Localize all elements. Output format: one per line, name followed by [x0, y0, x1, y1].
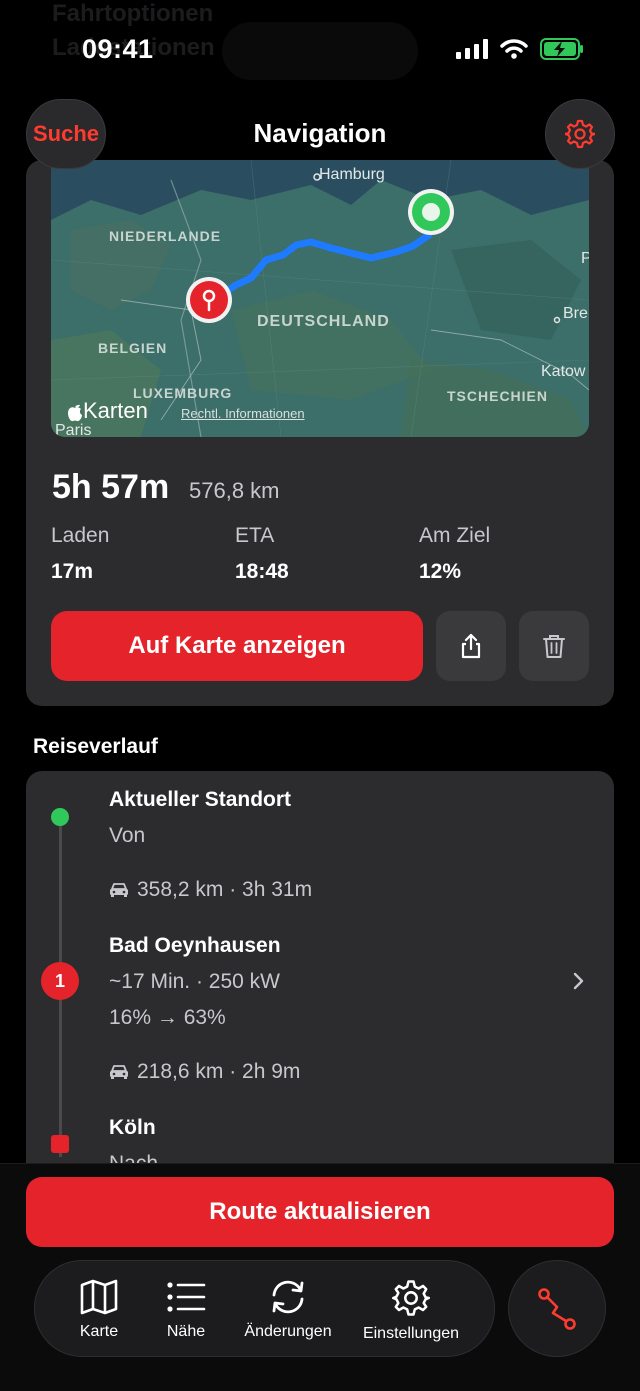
wifi-icon: [500, 39, 528, 59]
map-label-luxemburg: LUXEMBURG: [133, 385, 233, 401]
chevron-right-icon[interactable]: [572, 971, 586, 991]
tab-aenderungen[interactable]: Änderungen: [233, 1279, 343, 1341]
gear-icon: [565, 119, 595, 149]
tab-aenderungen-label: Änderungen: [244, 1323, 332, 1340]
dynamic-island: [222, 22, 418, 80]
stat-arrival-soc: Am Ziel 12%: [419, 524, 490, 584]
tab-naehe-label: Nähe: [166, 1323, 206, 1340]
legal-info-link[interactable]: Rechtl. Informationen: [181, 406, 305, 421]
itinerary-section-title: Reiseverlauf: [33, 735, 158, 758]
start-subtitle: Von: [109, 824, 146, 847]
stat-charging: Laden 17m: [51, 524, 109, 584]
stat-eta-label: ETA: [235, 524, 275, 547]
start-pin-icon[interactable]: [406, 187, 456, 237]
share-icon: [461, 633, 481, 659]
tab-einstellungen[interactable]: Einstellungen: [356, 1279, 466, 1343]
leg-2-text: 218,6 km · 2h 9m: [137, 1060, 301, 1083]
trip-distance: 576,8 km: [189, 478, 280, 503]
show-on-map-label: Auf Karte anzeigen: [128, 632, 346, 659]
start-title: Aktueller Standort: [109, 788, 292, 811]
route-planner-button[interactable]: [508, 1260, 606, 1357]
share-button[interactable]: [436, 611, 506, 681]
map-label-belgien: BELGIEN: [98, 340, 168, 356]
stop-title: Bad Oeynhausen: [109, 934, 281, 957]
leg-2: 218,6 km · 2h 9m: [109, 1060, 300, 1084]
update-route-button[interactable]: Route aktualisieren: [26, 1177, 614, 1247]
page-title: Navigation: [253, 118, 387, 148]
charging-stop-badge: 1: [41, 962, 79, 1000]
trip-duration: 5h 57m: [52, 468, 170, 506]
tab-bar: Karte Nähe Änderungen Einstellungen: [34, 1260, 495, 1357]
end-title: Köln: [109, 1116, 156, 1139]
route-map[interactable]: Hamburg NIEDERLANDE DEUTSCHLAND BELGIEN …: [51, 160, 589, 437]
map-label-niederlande: NIEDERLANDE: [109, 228, 222, 244]
gear-icon: [392, 1280, 430, 1316]
settings-button[interactable]: [545, 99, 615, 169]
status-time: 09:41: [82, 34, 154, 64]
apple-icon: [67, 402, 83, 422]
destination-marker: [51, 1135, 69, 1153]
tab-einstellungen-label: Einstellungen: [362, 1325, 460, 1342]
map-label-hamburg: Hamburg: [319, 166, 385, 183]
stat-arrival-soc-value: 12%: [419, 560, 462, 583]
stat-arrival-soc-label: Am Ziel: [419, 524, 491, 547]
itinerary-charging-stop[interactable]: Bad Oeynhausen ~17 Min. · 250 kW 16% → 6…: [109, 934, 281, 1030]
list-icon: [167, 1282, 206, 1312]
status-icons: [456, 38, 584, 60]
stop-soc: 16% → 63%: [109, 1006, 226, 1029]
map-label-katow: Katow: [541, 363, 586, 380]
battery-charging-icon: [540, 38, 583, 60]
update-route-label: Route aktualisieren: [209, 1198, 431, 1225]
map-label-bre: Bre: [563, 305, 588, 322]
stat-eta-value: 18:48: [235, 560, 289, 583]
status-bar: Fahrtoptionen Ladestationen 09:41: [0, 0, 640, 100]
stat-charging-value: 17m: [51, 560, 94, 583]
ghost-text-line-1: Fahrtoptionen: [52, 0, 214, 27]
maps-brand-label: Karten: [83, 398, 148, 423]
car-icon: [110, 883, 128, 897]
car-icon: [110, 1065, 128, 1079]
stat-charging-label: Laden: [51, 524, 110, 547]
map-label-paris: Paris: [55, 422, 92, 437]
route-icon: [538, 1287, 576, 1330]
map-icon: [80, 1279, 118, 1315]
stat-eta: ETA 18:48: [235, 524, 289, 584]
maps-brand: Karten: [67, 398, 148, 424]
show-on-map-button[interactable]: Auf Karte anzeigen: [51, 611, 423, 681]
leg-1: 358,2 km · 3h 31m: [109, 878, 312, 902]
destination-pin-icon[interactable]: [184, 275, 234, 325]
map-label-tschechien: TSCHECHIEN: [447, 388, 549, 404]
map-label-edge: P: [581, 250, 589, 267]
delete-button[interactable]: [519, 611, 589, 681]
leg-1-text: 358,2 km · 3h 31m: [137, 878, 313, 901]
trash-icon: [543, 635, 565, 658]
cellular-signal-icon: [456, 39, 488, 59]
map-label-deutschland: DEUTSCHLAND: [257, 313, 390, 330]
stop-detail: ~17 Min. · 250 kW: [109, 970, 280, 993]
refresh-icon: [272, 1280, 304, 1314]
tab-karte-label: Karte: [79, 1323, 119, 1340]
tab-naehe[interactable]: Nähe: [131, 1279, 241, 1341]
start-dot: [51, 808, 69, 826]
itinerary-card: Aktueller Standort Von 358,2 km · 3h 31m…: [26, 771, 614, 1191]
itinerary-start[interactable]: Aktueller Standort Von: [109, 788, 291, 848]
